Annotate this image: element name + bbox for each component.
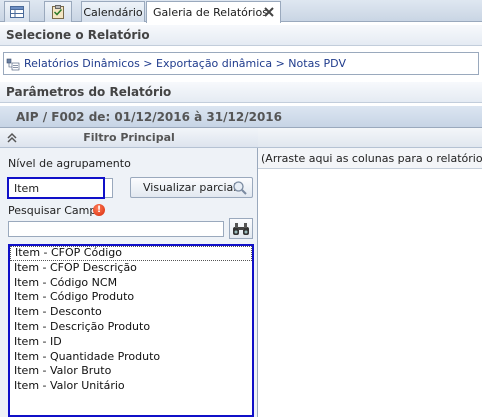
report-header-text: AIP / F002 de: 01/12/2016 à 31/12/2016 [16,109,282,124]
list-item[interactable]: Item - Código NCM [10,276,252,291]
tab-label: Galeria de Relatórios [153,6,268,19]
params-title: Parâmetros do Relatório [0,82,482,103]
tab-calendario[interactable]: Calendário [81,1,145,22]
binoculars-button[interactable] [229,218,253,239]
filter-panel: Filtro Principal Nível de agrupamento It… [0,128,258,417]
filter-header: Filtro Principal [0,128,258,148]
preview-partial-label: Visualizar parcial [143,181,237,194]
list-item[interactable]: Item - Descrição Produto [10,320,252,335]
preview-partial-button[interactable]: Visualizar parcial [130,177,253,198]
list-item[interactable]: Item - Valor Unitário [10,379,252,394]
list-item[interactable]: Item - ID [10,335,252,350]
list-item[interactable]: Item - Quantidade Produto [10,350,252,365]
report-path-text: Relatórios Dinâmicos > Exportação dinâmi… [24,57,346,70]
select-report-title-text: Selecione o Relatório [6,28,150,42]
grid-icon [10,6,24,18]
list-item[interactable]: Item - Código Produto [10,290,252,305]
tab-galeria-relatorios[interactable]: Galeria de Relatórios [146,1,281,23]
group-level-label: Nível de agrupamento [8,157,131,170]
report-path-field[interactable]: Relatórios Dinâmicos > Exportação dinâmi… [3,52,479,75]
field-list[interactable]: Item - CFOP Código Item - CFOP Descrição… [8,244,254,417]
select-report-title: Selecione o Relatório [0,25,482,46]
list-item[interactable]: Item - CFOP Descrição [10,261,252,276]
list-item[interactable]: Item - Valor Bruto [10,364,252,379]
report-header: AIP / F002 de: 01/12/2016 à 31/12/2016 [0,106,482,128]
magnifier-icon [233,181,247,195]
tab-grid[interactable] [4,1,30,22]
group-level-highlight [7,177,105,199]
list-item[interactable]: Item - CFOP Código [10,246,252,261]
filter-title: Filtro Principal [83,131,175,144]
clipboard-icon [52,5,64,19]
alert-icon: ! [93,204,105,216]
binoculars-icon [233,223,249,235]
close-icon[interactable] [264,7,274,17]
tab-bar: Calendário Galeria de Relatórios [0,0,482,23]
list-item[interactable]: Item - Desconto [10,305,252,320]
tab-clipboard[interactable] [44,1,72,22]
params-title-text: Parâmetros do Relatório [6,85,172,99]
report-tree-icon [6,58,20,70]
search-field-label: Pesquisar Campo [8,204,104,217]
search-field-input[interactable] [8,221,224,237]
column-drop-zone[interactable]: (Arraste aqui as colunas para o relatóri… [258,148,482,169]
columns-header [258,128,482,148]
report-grid-area [258,169,482,417]
tab-label: Calendário [83,5,143,19]
drop-zone-hint: (Arraste aqui as colunas para o relatóri… [261,151,482,165]
